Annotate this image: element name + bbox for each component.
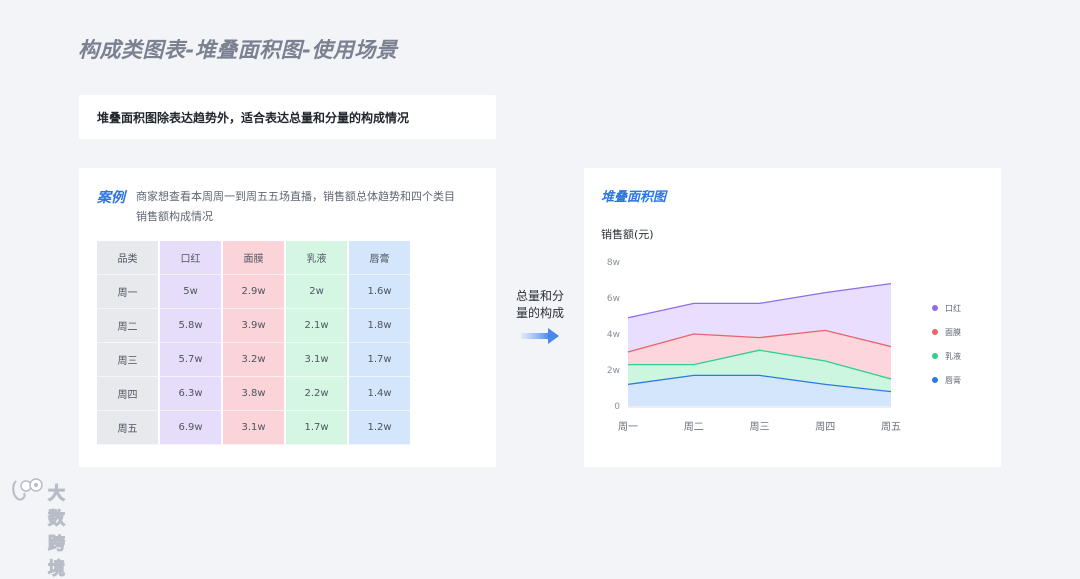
legend-label: 唇膏 xyxy=(945,375,961,385)
case-card: 案例 商家想查看本周周一到周五五场直播，销售额总体趋势和四个类目销售额构成情况 … xyxy=(79,168,496,467)
table-row: 周五 6.9w 3.1w 1.7w 1.2w xyxy=(97,411,410,445)
table-cell: 周一 xyxy=(97,275,160,309)
table-cell: 5.7w xyxy=(160,343,223,377)
table-cell: 3.1w xyxy=(223,411,286,445)
legend-label: 面膜 xyxy=(945,327,961,337)
y-axis-label: 销售额(元) xyxy=(601,227,654,241)
right-arrow-icon xyxy=(521,328,559,344)
table-cell: 6.3w xyxy=(160,377,223,411)
y-tick-label: 4w xyxy=(607,330,620,340)
y-tick-label: 0 xyxy=(614,402,620,412)
x-tick-label: 周四 xyxy=(815,421,835,433)
table-cell: 1.2w xyxy=(349,411,410,445)
table-cell: 3.1w xyxy=(286,343,349,377)
table-cell: 2.2w xyxy=(286,377,349,411)
sales-table: 品类 口红 面膜 乳液 唇膏 周一 5w 2.9w 2w 1.6w 周二 5.8… xyxy=(97,241,410,445)
table-cell: 周四 xyxy=(97,377,160,411)
y-tick-label: 6w xyxy=(607,294,620,304)
table-header-cell: 面膜 xyxy=(223,241,286,275)
table-cell: 2.9w xyxy=(223,275,286,309)
legend-marker xyxy=(932,353,938,359)
table-cell: 1.4w xyxy=(349,377,410,411)
case-label: 案例 xyxy=(97,190,125,206)
table-cell: 1.8w xyxy=(349,309,410,343)
table-cell: 1.6w xyxy=(349,275,410,309)
table-cell: 1.7w xyxy=(286,411,349,445)
table-row: 周四 6.3w 3.8w 2.2w 1.4w xyxy=(97,377,410,411)
subtitle-card: 堆叠面积图除表达趋势外，适合表达总量和分量的构成情况 xyxy=(79,95,496,139)
table-cell: 1.7w xyxy=(349,343,410,377)
table-header-cell: 乳液 xyxy=(286,241,349,275)
table-header-cell: 品类 xyxy=(97,241,160,275)
watermark-text: 大数跨境 xyxy=(48,484,66,579)
legend-marker xyxy=(932,305,938,311)
table-header-cell: 唇膏 xyxy=(349,241,410,275)
table-cell: 2w xyxy=(286,275,349,309)
arrow-label: 总量和分 量的构成 xyxy=(515,289,564,320)
table-cell: 周三 xyxy=(97,343,160,377)
y-tick-label: 2w xyxy=(607,366,620,376)
stacked-area-chart: 销售额(元) 0 2w 4w 6w 8w 周一 周二 周三 周四 周五 口红面膜乳液唇膏 xyxy=(601,227,961,433)
table-row: 周一 5w 2.9w 2w 1.6w xyxy=(97,275,410,309)
table-cell: 5.8w xyxy=(160,309,223,343)
table-cell: 3.9w xyxy=(223,309,286,343)
table-header-row: 品类 口红 面膜 乳液 唇膏 xyxy=(97,241,410,275)
table-cell: 3.8w xyxy=(223,377,286,411)
legend-marker xyxy=(932,377,938,383)
x-tick-label: 周二 xyxy=(684,421,704,433)
table-cell: 5w xyxy=(160,275,223,309)
table-cell: 2.1w xyxy=(286,309,349,343)
table-row: 周二 5.8w 3.9w 2.1w 1.8w xyxy=(97,309,410,343)
legend-marker xyxy=(932,329,938,335)
table-cell: 3.2w xyxy=(223,343,286,377)
x-tick-label: 周五 xyxy=(881,421,901,433)
table-row: 周三 5.7w 3.2w 3.1w 1.7w xyxy=(97,343,410,377)
table-header-cell: 口红 xyxy=(160,241,223,275)
page-title: 构成类图表-堆叠面积图-使用场景 xyxy=(78,38,398,62)
legend-label: 口红 xyxy=(945,303,961,313)
legend-label: 乳液 xyxy=(945,351,961,361)
chart-card: 堆叠面积图 销售额(元) 0 2w 4w 6w 8w 周一 周二 周三 周四 周五 口红 面膜 乳液… xyxy=(584,168,1001,467)
subtitle-text: 堆叠面积图除表达趋势外，适合表达总量和分量的构成情况 xyxy=(97,111,410,125)
table-cell: 周五 xyxy=(97,411,160,445)
x-tick-label: 周三 xyxy=(750,421,770,433)
logo-icon xyxy=(12,478,43,501)
x-tick-label: 周一 xyxy=(618,421,638,433)
table-cell: 周二 xyxy=(97,309,160,343)
table-cell: 6.9w xyxy=(160,411,223,445)
y-tick-label: 8w xyxy=(607,258,620,268)
case-description: 商家想查看本周周一到周五五场直播，销售额总体趋势和四个类目销售额构成情况 xyxy=(136,190,455,223)
